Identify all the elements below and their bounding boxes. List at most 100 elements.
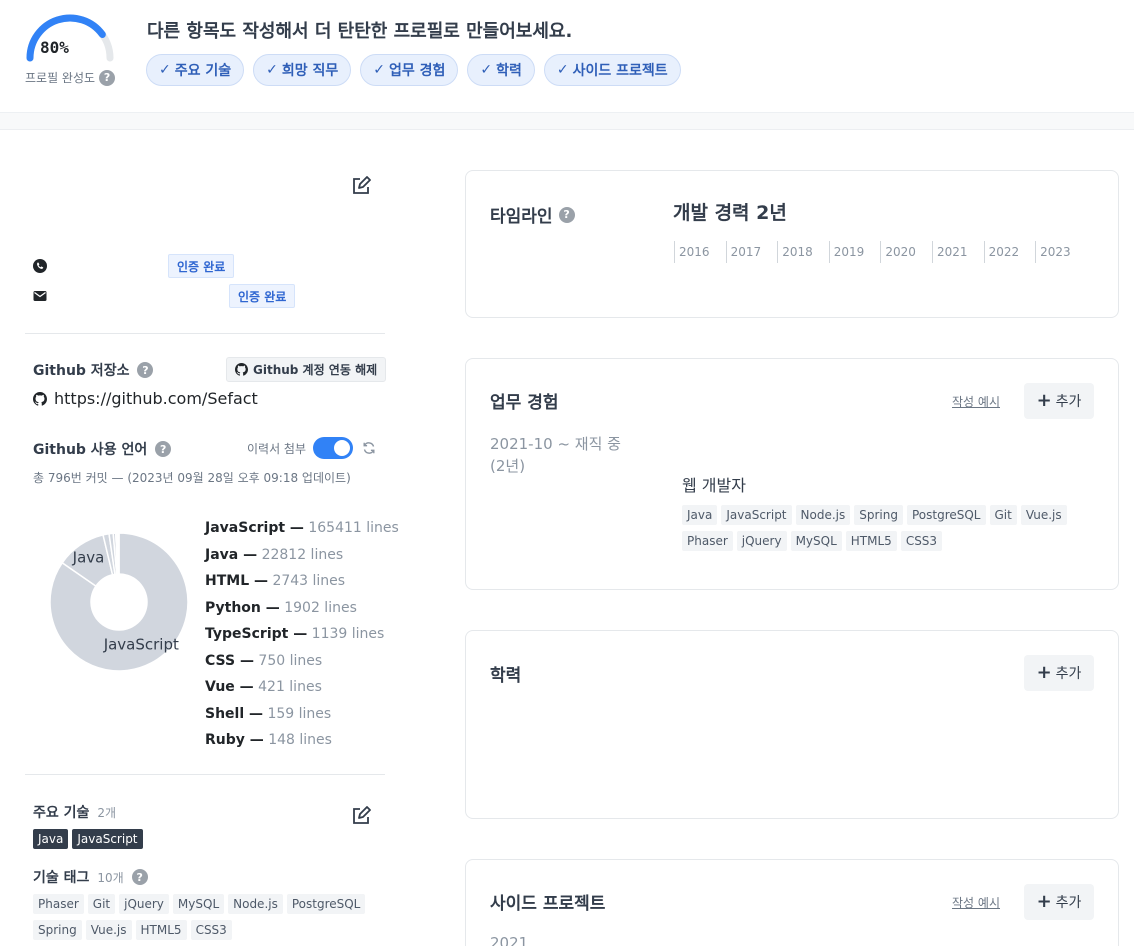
completion-label-text: 프로필 완성도 [25,71,96,85]
section-chips: ✓ 주요 기술 ✓ 희망 직무 ✓ 업무 경험 ✓ 학력 ✓ 사이드 프로젝트 [146,54,681,86]
help-icon[interactable]: ? [137,362,154,378]
divider [25,333,385,334]
language-name: Python — [205,599,280,616]
edit-profile-icon[interactable] [351,176,371,196]
github-lang-label-text: Github 사용 언어 [33,442,148,458]
language-lines: 22812 lines [261,546,344,563]
job-skill-tag: MySQL [790,531,842,551]
chip-desired-job[interactable]: ✓ 희망 직무 [253,54,352,86]
completion-label: 프로필 완성도 ? [25,69,116,86]
skill-tag: MySQL [172,894,225,914]
language-lines: 750 lines [258,652,323,669]
add-work-button[interactable]: + 추가 [1024,383,1094,419]
help-icon[interactable]: ? [99,69,116,86]
language-item: Python — 1902 lines [205,597,399,624]
work-period: 2021-10 ~ 재직 중 (2년) [490,433,621,477]
help-icon[interactable]: ? [558,206,575,223]
language-name: TypeScript — [205,626,308,642]
work-example-link[interactable]: 작성 예시 [952,393,1000,410]
job-title: 웹 개발자 [682,476,746,495]
timeline-years: 2016 2017 2018 2019 2020 2021 2022 2023 [674,241,1087,263]
language-name: CSS — [205,652,254,669]
plus-icon: + [1036,891,1052,912]
chip-work-experience[interactable]: ✓ 업무 경험 [360,54,459,86]
language-donut-chart: JavaScript Java [49,532,189,672]
timeline-year: 2020 [880,241,932,263]
chip-education[interactable]: ✓ 학력 [467,54,535,86]
chip-main-skills[interactable]: ✓ 주요 기술 [146,54,245,86]
main-skills-title: 주요 기술 [33,805,90,821]
section-separator [0,113,1134,130]
timeline-year: 2023 [1035,241,1087,263]
help-icon[interactable]: ? [131,869,148,885]
language-item: CSS — 750 lines [205,650,399,677]
language-lines: 148 lines [268,732,332,748]
main-skills-label: 주요 기술 2개 [33,802,116,822]
main-skill-tag: JavaScript [72,829,143,849]
github-repo-url: https://github.com/Sefact [54,389,258,408]
check-icon: ✓ [159,62,171,78]
work-experience-title: 업무 경험 [490,393,559,413]
check-icon: ✓ [266,62,278,78]
chip-label: 학력 [496,63,522,79]
language-item: Shell — 159 lines [205,703,399,730]
add-side-project-label: 추가 [1055,895,1082,911]
phone-icon [33,259,47,273]
timeline-year: 2021 [931,241,984,263]
email-verified-badge: 인증 완료 [229,284,296,308]
language-name: Shell — [205,705,264,722]
language-name: JavaScript — [205,520,304,536]
refresh-icon[interactable] [362,441,376,455]
main-skills-count: 2개 [97,806,117,820]
job-skill-tag: CSS3 [900,531,943,551]
help-icon[interactable]: ? [155,441,172,457]
skill-tag: HTML5 [135,920,187,940]
job-skill-tag: PostgreSQL [906,505,986,525]
job-skill-tag: Spring [854,505,903,525]
language-lines: 1902 lines [284,599,357,616]
timeline-year: 2016 [674,241,726,263]
side-project-title: 사이드 프로젝트 [490,894,606,914]
add-education-button[interactable]: + 추가 [1024,655,1094,691]
job-skill-tag: Java [682,505,718,525]
chip-label: 업무 경험 [389,63,446,79]
chip-label: 희망 직무 [281,63,339,79]
skill-tags-count: 10개 [97,871,124,885]
job-skill-tag: HTML5 [845,531,897,551]
timeline-year: 2018 [777,241,829,263]
donut-label-javascript: JavaScript [103,636,179,654]
skill-tags-title: 기술 태그 [33,870,90,886]
github-repo-label-text: Github 저장소 [33,363,130,379]
skill-tag: PostgreSQL [286,894,366,914]
timeline-card: 타임라인 ? 개발 경력 2년 2016 2017 2018 2019 2020 2021… [465,170,1119,318]
job-skill-tag: Phaser [682,531,733,551]
skill-tag-list: Phaser Git jQuery MySQL Node.js PostgreSQL Spr… [33,894,378,940]
skill-tags-label: 기술 태그 10개 ? [33,867,148,887]
chip-side-project[interactable]: ✓ 사이드 프로젝트 [543,54,681,86]
job-skill-tag: jQuery [736,531,787,551]
add-side-project-button[interactable]: + 추가 [1024,884,1094,920]
github-unlink-button[interactable]: Github 계정 연동 해제 [226,357,387,382]
skill-tag: jQuery [119,894,169,914]
skill-tag: Spring [33,920,82,940]
edit-skills-icon[interactable] [351,806,371,826]
job-skill-tag: Vue.js [1020,505,1067,525]
timeline-year: 2019 [828,241,881,263]
language-name: HTML — [205,573,268,589]
work-period-duration: (2년) [490,457,526,475]
career-length: 개발 경력 2년 [673,202,787,224]
completion-percent: 80% [40,38,69,57]
timeline-title: 타임라인 ? [490,202,575,227]
side-project-example-link[interactable]: 작성 예시 [952,894,1000,911]
job-skill-tag: Git [989,505,1017,525]
language-item: HTML — 2743 lines [205,570,399,597]
profile-completion-bar: 80% 프로필 완성도 ? 다른 항목도 작성해서 더 탄탄한 프로필로 만들어… [0,0,1134,113]
github-repo-label: Github 저장소 ? [33,360,154,380]
language-lines: 2743 lines [272,573,346,589]
github-repo-link[interactable]: https://github.com/Sefact [33,389,258,408]
job-skill-tag: JavaScript [721,505,792,525]
attach-to-resume-toggle[interactable] [313,437,353,459]
check-icon: ✓ [556,62,569,78]
language-name: Java — [205,546,258,563]
github-icon [33,391,47,406]
